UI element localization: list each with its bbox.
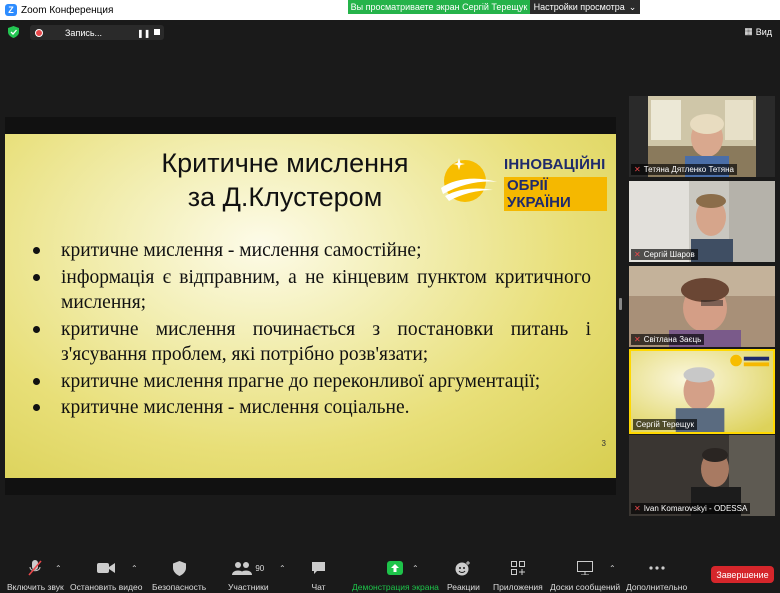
slide-bullet: критичне мислення - мислення соціальне. [31,395,591,421]
participants-icon: 90 [232,560,264,576]
security-label: Безопасность [152,582,207,592]
mic-muted-icon [28,560,42,576]
brand-logo: ІННОВАЦІЙНІ ОБРІЇ УКРАЇНИ [437,148,607,211]
chat-label: Чат [311,582,326,592]
shield-icon [172,560,186,576]
more-dots-icon [648,560,665,576]
mic-muted-icon: ✕ [634,335,641,344]
zoom-logo-icon: Z [5,4,17,16]
chevron-up-icon[interactable]: ⌃ [609,564,616,573]
participant-name: Сергій Шаров [643,250,695,259]
view-button[interactable]: ▦ Вид [744,26,772,37]
screen-share-banner: Вы просматриваете экран Сергій Терещук [348,0,530,14]
window-title: Zoom Конференция [21,4,114,16]
participant-name: Світлана Заєць [643,335,702,344]
chevron-up-icon[interactable]: ⌃ [412,564,419,573]
whiteboards-label: Доски сообщений [550,582,621,592]
recording-dot-icon [35,28,43,37]
slide-title-line1: Критичне мислення [161,148,409,178]
more-label: Дополнительно [626,582,688,592]
slide-bullet: інформація є відправним, а не кінцевим п… [31,265,591,316]
stop-recording-icon[interactable] [154,29,160,35]
shield-check-icon[interactable] [8,26,19,38]
chevron-down-icon: ⌄ [628,1,637,12]
chevron-up-icon[interactable]: ⌃ [131,564,138,573]
slide-page-number: 3 [601,439,606,448]
view-options-label: Настройки просмотра [533,2,625,12]
participant-tile[interactable]: ✕ Сергій Шаров [629,181,775,262]
reactions-label: Реакции [447,582,480,592]
participants-count: 90 [255,563,265,573]
whiteboard-icon [577,560,594,576]
participant-tile[interactable]: ✕ Світлана Заєць [629,266,775,347]
slide-bullet: критичне мислення починається з постанов… [31,317,591,368]
participant-tile[interactable]: ✕ Тетяна Дятленко Тетяна [629,96,775,177]
view-label: Вид [755,26,772,37]
more-button[interactable]: Дополнительно [626,560,687,592]
end-meeting-button[interactable]: Завершение [711,566,774,583]
apps-button[interactable]: Приложения [493,560,543,592]
video-camera-icon [97,560,116,576]
security-button[interactable]: Безопасность [152,560,206,592]
share-screen-button[interactable]: Демонстрация экрана [352,560,439,592]
participant-name-tag: Сергій Терещук [633,419,698,430]
panel-resize-handle[interactable] [619,298,622,310]
participant-name: Ivan Komarovskyi - ODESSA [643,504,748,513]
participant-name-tag: ✕ Сергій Шаров [631,249,698,260]
brand-line1: ІННОВАЦІЙНІ [504,156,606,173]
slide-bullet: критичне мислення - мислення самостійне; [31,238,591,264]
grid-view-icon: ▦ [744,26,753,36]
apps-label: Приложения [493,582,543,592]
sun-logo-icon [441,158,497,202]
recording-indicator: Запись... ❚❚ [30,25,164,40]
slide-bullet: критичне мислення прагне до переконливої… [31,369,591,395]
participant-tile-active-speaker[interactable]: Сергій Терещук [629,349,775,434]
apps-icon [510,560,525,576]
recording-label: Запись... [65,27,103,38]
reactions-button[interactable]: Реакции [447,560,480,592]
participants-button[interactable]: 90 Участники [228,560,269,592]
participant-name-tag: ✕ Ivan Komarovskyi - ODESSA [631,503,751,514]
share-screen-icon [387,560,404,576]
stop-video-label: Остановить видео [70,582,143,592]
unmute-label: Включить звук [7,582,64,592]
chat-bubble-icon [311,560,326,576]
share-screen-label: Демонстрация экрана [352,582,439,592]
participant-name-tag: ✕ Світлана Заєць [631,334,705,345]
mic-muted-icon: ✕ [634,504,641,513]
slide-bullet-list: критичне мислення - мислення самостійне;… [31,238,591,422]
presentation-slide: Критичне мислення за Д.Клустером ІННОВАЦ… [5,134,616,478]
view-options-button[interactable]: Настройки просмотра ⌄ [530,0,640,14]
slide-title: Критичне мислення за Д.Клустером [105,146,465,214]
participants-label: Участники [228,582,269,592]
mic-muted-icon: ✕ [634,250,641,259]
participant-name-tag: ✕ Тетяна Дятленко Тетяна [631,164,737,175]
pause-recording-icon[interactable]: ❚❚ [137,29,150,38]
mic-muted-icon: ✕ [634,165,641,174]
meeting-top-bar: Запись... ❚❚ ▦ Вид [0,20,780,44]
slide-title-line2: за Д.Клустером [187,182,383,212]
participant-name: Сергій Терещук [636,420,695,429]
participant-name: Тетяна Дятленко Тетяна [643,165,734,174]
chat-button[interactable]: Чат [311,560,326,592]
chevron-up-icon[interactable]: ⌃ [55,564,62,573]
chevron-up-icon[interactable]: ⌃ [279,564,286,573]
shared-screen: Критичне мислення за Д.Клустером ІННОВАЦ… [5,117,616,495]
meeting-toolbar: Включить звук ⌃ Остановить видео ⌃ Безоп… [0,554,780,593]
brand-line2: ОБРІЇ УКРАЇНИ [504,177,607,211]
smiley-plus-icon [455,560,471,576]
participant-tile[interactable]: ✕ Ivan Komarovskyi - ODESSA [629,435,775,516]
